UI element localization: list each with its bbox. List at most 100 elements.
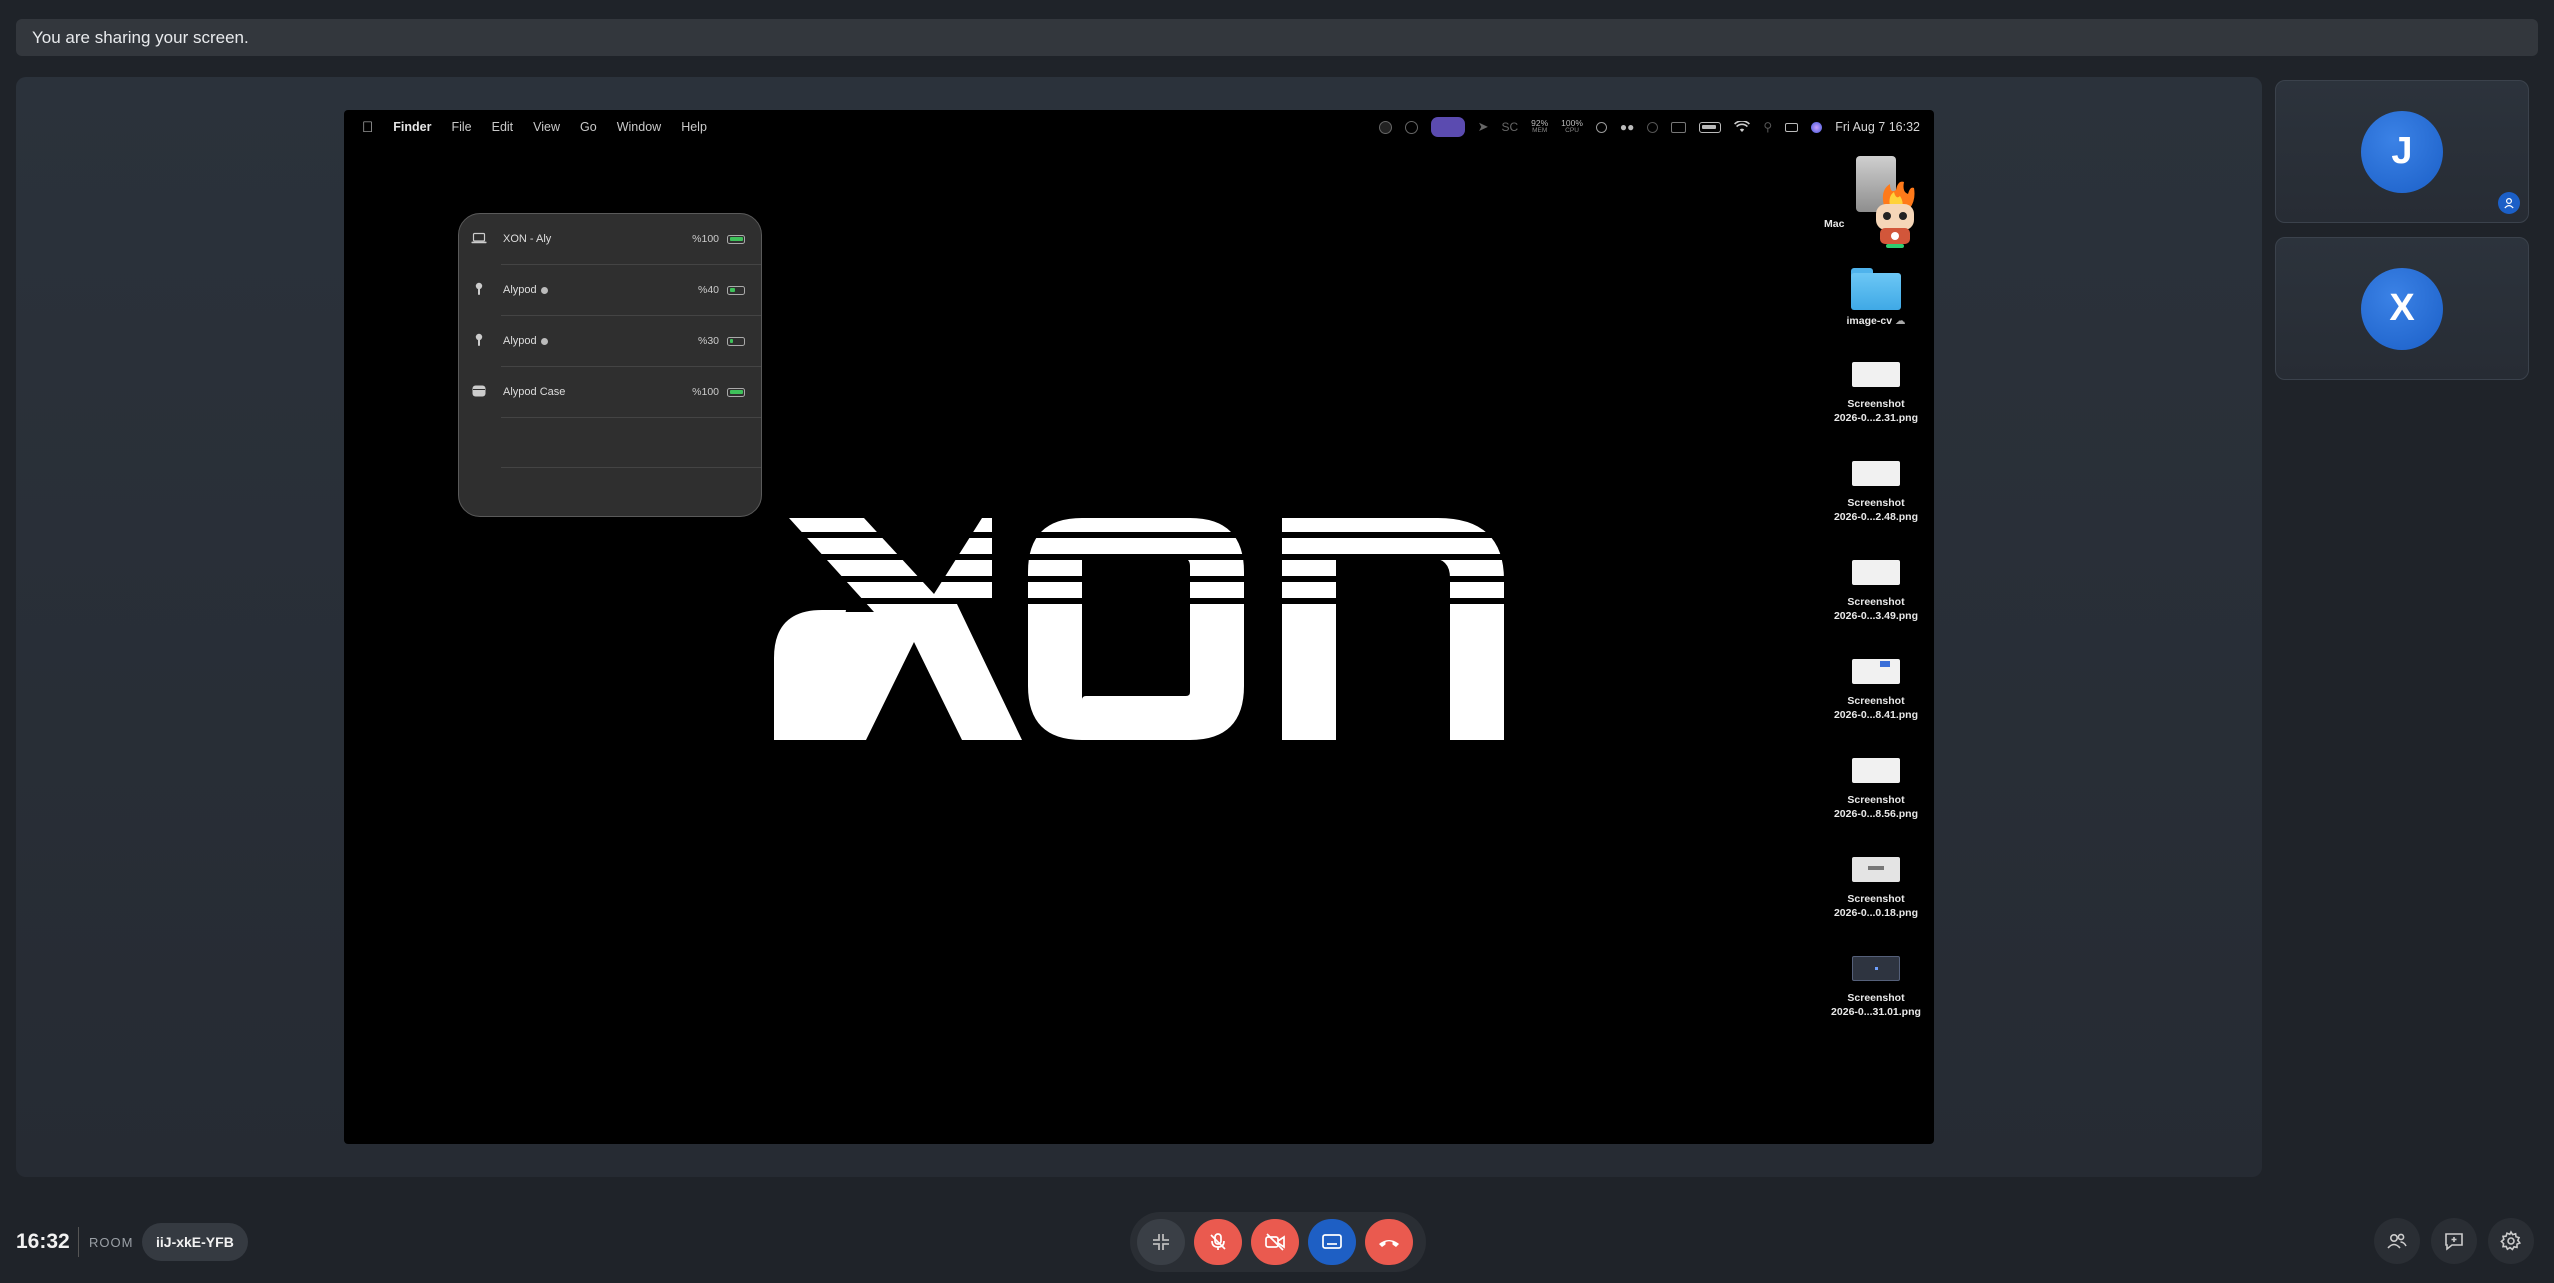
file-name-line2: 2026-0...2.31.png bbox=[1833, 412, 1919, 424]
airpod-icon bbox=[471, 333, 487, 350]
camera-toggle-button[interactable] bbox=[1251, 1219, 1299, 1265]
file-name-line2: 2026-0...31.01.png bbox=[1831, 1006, 1921, 1018]
drive-item[interactable]: Mac bbox=[1822, 156, 1930, 256]
file-name-line1: Screenshot bbox=[1847, 992, 1905, 1004]
file-thumbnail bbox=[1852, 758, 1900, 783]
file-name-line1: Screenshot bbox=[1847, 893, 1905, 905]
siri-icon[interactable] bbox=[1811, 119, 1823, 135]
battery-icon[interactable] bbox=[1699, 119, 1722, 135]
screenshot-file[interactable]: Screenshot 2026-0...0.18.png bbox=[1822, 857, 1930, 920]
menu-view[interactable]: View bbox=[533, 120, 560, 134]
end-call-icon bbox=[1379, 1240, 1399, 1247]
participant-tile[interactable]: J bbox=[2275, 80, 2529, 223]
file-name-line1: Screenshot bbox=[1847, 398, 1905, 410]
screenshot-file[interactable]: Screenshot 2026-0...3.49.png bbox=[1822, 560, 1930, 623]
screenshot-file[interactable]: Screenshot 2026-0...31.01.png bbox=[1822, 956, 1930, 1019]
device-percent: %100 bbox=[692, 386, 719, 398]
cpu-value: 100% bbox=[1561, 118, 1583, 128]
camera-off-icon bbox=[1265, 1233, 1285, 1251]
device-battery-icon bbox=[727, 387, 745, 397]
airpod-icon bbox=[471, 282, 487, 299]
status-circle-icon[interactable] bbox=[1378, 119, 1392, 135]
rocket-icon[interactable]: ➤ bbox=[1478, 119, 1489, 135]
file-name-line2: 2026-0...8.41.png bbox=[1833, 709, 1919, 721]
battery-fill bbox=[729, 390, 743, 394]
screenshot-file[interactable]: Screenshot 2026-0...2.31.png bbox=[1822, 362, 1930, 425]
battery-popup: XON - Aly %100 Alypod %40 Alypod %30 Aly… bbox=[458, 213, 762, 517]
airpods-icon[interactable]: ●● bbox=[1620, 119, 1635, 135]
device-percent: %100 bbox=[692, 233, 719, 245]
drive-label: Mac bbox=[1824, 218, 1845, 230]
device-row[interactable]: Alypod Case %100 bbox=[459, 367, 761, 417]
screenshot-file[interactable]: Screenshot 2026-0...2.48.png bbox=[1822, 461, 1930, 524]
file-thumbnail bbox=[1852, 362, 1900, 387]
menu-window[interactable]: Window bbox=[617, 120, 661, 134]
menu-app-name[interactable]: Finder bbox=[393, 120, 431, 134]
avatar: X bbox=[2361, 267, 2443, 350]
device-battery-icon bbox=[727, 285, 745, 295]
menu-file[interactable]: File bbox=[451, 120, 471, 134]
display-icon[interactable] bbox=[1671, 119, 1687, 135]
folder-item[interactable]: image-cv ☁ bbox=[1822, 268, 1930, 328]
participants-icon bbox=[2387, 1233, 2407, 1249]
file-thumbnail bbox=[1852, 659, 1900, 684]
file-thumbnail bbox=[1852, 461, 1900, 486]
device-percent: %30 bbox=[697, 335, 719, 347]
file-name-line1: Screenshot bbox=[1847, 596, 1905, 608]
participants-button[interactable] bbox=[2374, 1218, 2420, 1264]
device-row[interactable]: Alypod %30 bbox=[459, 316, 761, 366]
device-row[interactable]: XON - Aly %100 bbox=[459, 214, 761, 264]
play-icon[interactable] bbox=[1595, 119, 1607, 135]
timer-icon[interactable] bbox=[1647, 119, 1659, 135]
menubar-clock[interactable]: Fri Aug 7 16:32 bbox=[1835, 120, 1920, 134]
folder-icon bbox=[1849, 268, 1903, 310]
device-name: Alypod bbox=[503, 335, 548, 347]
file-name-line1: Screenshot bbox=[1847, 497, 1905, 509]
screen-share-button[interactable] bbox=[1308, 1219, 1356, 1265]
settings-icon bbox=[2500, 1230, 2522, 1251]
mem-value: 92% bbox=[1531, 118, 1549, 128]
screenshot-file[interactable]: Screenshot 2026-0...8.41.png bbox=[1822, 659, 1930, 722]
cloud-icon: ☁ bbox=[1894, 315, 1906, 327]
file-name-line2: 2026-0...3.49.png bbox=[1833, 610, 1919, 622]
chat-button[interactable] bbox=[2431, 1218, 2477, 1264]
settings-button[interactable] bbox=[2488, 1218, 2534, 1264]
room-code-chip[interactable]: iiJ-xkE-YFB bbox=[142, 1223, 248, 1261]
shared-screen[interactable]:  Finder File Edit View Go Window Help ➤… bbox=[344, 110, 1934, 1144]
screen-record-icon[interactable] bbox=[1430, 117, 1465, 137]
divider bbox=[78, 1227, 79, 1257]
control-center-icon[interactable] bbox=[1785, 119, 1799, 135]
mic-toggle-button[interactable] bbox=[1194, 1219, 1242, 1265]
minimize-icon bbox=[1153, 1234, 1169, 1250]
screenshot-file[interactable]: Screenshot 2026-0...8.56.png bbox=[1822, 758, 1930, 821]
avatar: J bbox=[2361, 110, 2443, 193]
battery-fill bbox=[729, 237, 743, 241]
minimize-button[interactable] bbox=[1137, 1219, 1185, 1265]
search-icon[interactable]: ⚲ bbox=[1763, 119, 1772, 135]
cpu-stat[interactable]: 100% CPU bbox=[1561, 119, 1583, 135]
participant-tile[interactable]: X bbox=[2275, 237, 2529, 380]
sc-label[interactable]: SC bbox=[1501, 120, 1518, 134]
device-row[interactable]: Alypod %40 bbox=[459, 265, 761, 315]
file-name-line2: 2026-0...2.48.png bbox=[1833, 511, 1919, 523]
user-badge-icon bbox=[2498, 192, 2520, 214]
cpu-label: CPU bbox=[1565, 127, 1579, 134]
mem-stat[interactable]: 92% MEM bbox=[1531, 119, 1548, 135]
mic-off-icon bbox=[1210, 1233, 1226, 1250]
xon-logo bbox=[774, 518, 1504, 740]
status-ring-icon[interactable] bbox=[1404, 119, 1418, 135]
screen-share-banner: You are sharing your screen. bbox=[16, 19, 2538, 56]
battery-fill bbox=[729, 339, 734, 343]
end-call-button[interactable] bbox=[1365, 1219, 1413, 1265]
folder-label: image-cv ☁ bbox=[1846, 315, 1906, 327]
menu-go[interactable]: Go bbox=[580, 120, 597, 134]
menu-edit[interactable]: Edit bbox=[492, 120, 514, 134]
menu-help[interactable]: Help bbox=[681, 120, 707, 134]
chat-icon bbox=[2445, 1233, 2463, 1251]
laptop-icon bbox=[471, 232, 487, 247]
call-clock: 16:32 bbox=[16, 1230, 70, 1253]
wifi-icon[interactable] bbox=[1734, 119, 1751, 135]
apple-icon[interactable]:  bbox=[362, 119, 373, 136]
file-name-line2: 2026-0...8.56.png bbox=[1833, 808, 1919, 820]
file-name-line2: 2026-0...0.18.png bbox=[1833, 907, 1919, 919]
